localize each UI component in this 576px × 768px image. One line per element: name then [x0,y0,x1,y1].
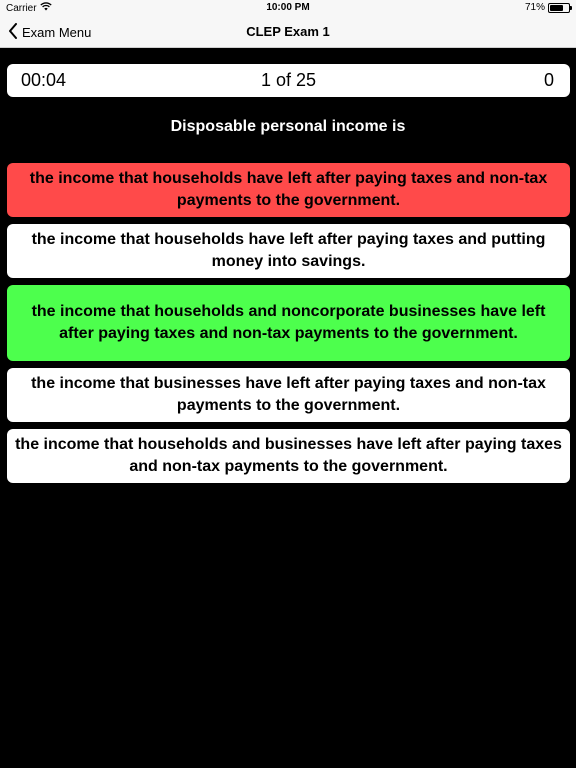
answer-option-1[interactable]: the income that households have left aft… [7,163,570,217]
status-bar: Carrier 10:00 PM 71% [0,0,576,16]
battery-icon [548,2,572,13]
battery-percent: 71% [524,2,545,13]
answer-option-3[interactable]: the income that households and noncorpor… [7,285,570,361]
battery-fill [550,4,563,11]
answer-option-4[interactable]: the income that businesses have left aft… [7,368,570,422]
question-text: Disposable personal income is [170,118,406,135]
navigation-bar: Exam Menu CLEP Exam 1 [0,16,576,48]
answer-option-text: the income that households and noncorpor… [31,303,546,342]
status-time: 10:00 PM [266,2,310,13]
answer-option-text: the income that households and businesse… [15,436,562,475]
page-title: CLEP Exam 1 [246,24,330,39]
question-progress: 1 of 25 [260,70,317,90]
answer-option-5[interactable]: the income that households and businesse… [7,429,570,483]
answer-option-2[interactable]: the income that households have left aft… [7,224,570,278]
score-bar: 00:04 1 of 25 0 [7,64,570,97]
answer-option-text: the income that households have left aft… [29,170,548,209]
answer-option-text: the income that households have left aft… [31,231,546,270]
battery-group: 71% [524,2,572,13]
score-count: 0 [543,70,554,90]
answer-option-text: the income that businesses have left aft… [31,375,546,414]
